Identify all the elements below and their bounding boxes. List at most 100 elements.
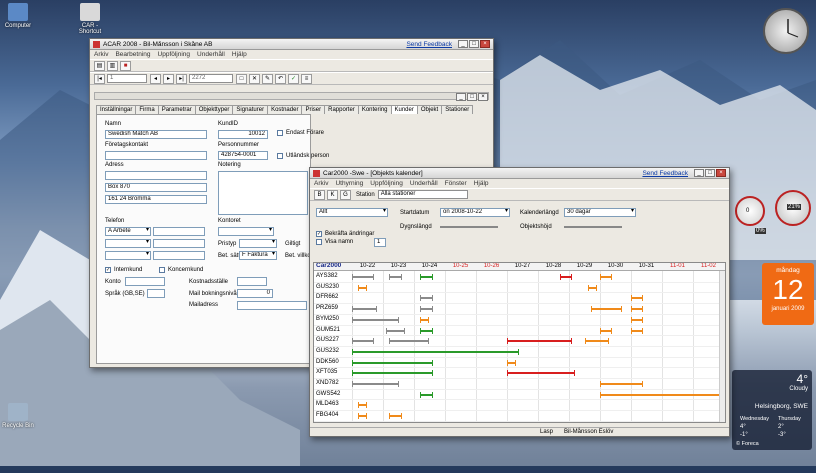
menu-underhall[interactable]: Underhåll <box>197 51 225 58</box>
booking-bar[interactable] <box>389 413 402 420</box>
kostnadsstalle-input[interactable] <box>237 277 267 286</box>
undo-icon[interactable]: ↶ <box>275 73 286 84</box>
booking-bar[interactable] <box>420 295 433 302</box>
telefon-number-3-input[interactable] <box>153 251 205 260</box>
tab-kontering[interactable]: Kontering <box>357 105 392 114</box>
vehicle-label-XND782[interactable]: XND782 <box>316 380 339 386</box>
booking-bar[interactable] <box>358 402 368 409</box>
new-icon[interactable]: □ <box>236 73 247 84</box>
vehicle-label-FBG404[interactable]: FBG404 <box>316 412 338 418</box>
tab-kunder[interactable]: Kunder <box>390 105 418 114</box>
objektshojd-slider[interactable] <box>564 226 622 228</box>
pristyp-select[interactable] <box>239 239 277 248</box>
first-record-icon[interactable]: |◂ <box>94 73 105 84</box>
tab-stationer[interactable]: Stationer <box>441 105 474 114</box>
telefon-number-2-input[interactable] <box>153 239 205 248</box>
tab-objekt[interactable]: Objekt <box>416 105 443 114</box>
visa-namn-checkbox[interactable] <box>316 239 322 245</box>
tab-objekttyper[interactable]: Objekttyper <box>194 105 234 114</box>
filter-select[interactable]: Allt <box>316 208 388 217</box>
menu-uppfoljning[interactable]: Uppföljning <box>158 51 191 58</box>
tab-installningar[interactable]: Inställningar <box>96 105 137 114</box>
mail-bokningsniva-input[interactable]: 0 <box>237 289 273 298</box>
bet-satt-select[interactable]: F Faktura <box>239 251 277 260</box>
vehicle-label-AYS382[interactable]: AYS382 <box>316 273 338 279</box>
booking-bar[interactable] <box>358 284 368 291</box>
booking-bar[interactable] <box>507 338 573 345</box>
tab-rapporter[interactable]: Rapporter <box>324 105 359 114</box>
car2000-maximize-button[interactable]: □ <box>705 169 715 177</box>
booking-bar[interactable] <box>631 316 644 323</box>
tab-firma[interactable]: Firma <box>135 105 159 114</box>
booking-bar[interactable] <box>420 391 433 398</box>
booking-bar[interactable] <box>600 381 644 387</box>
vehicle-label-BYM250[interactable]: BYM250 <box>316 316 339 322</box>
vehicle-label-GUS232[interactable]: GUS232 <box>316 348 339 354</box>
list-icon[interactable]: ≡ <box>301 73 312 84</box>
child-minimize-button[interactable]: _ <box>456 93 466 101</box>
car2000-titlebar[interactable]: Car2000 -Swe - [Objekts kalender] Send F… <box>310 168 729 179</box>
child-maximize-button[interactable]: □ <box>467 93 477 101</box>
booking-bar[interactable] <box>507 370 576 377</box>
vehicle-label-XFT035[interactable]: XFT035 <box>316 369 337 375</box>
mailadress-input[interactable] <box>237 301 307 310</box>
taskbar[interactable] <box>0 466 816 473</box>
menu-hjalp[interactable]: Hjälp <box>232 51 247 58</box>
booking-bar[interactable] <box>352 306 377 313</box>
vehicle-label-MLD463[interactable]: MLD463 <box>316 401 339 407</box>
bekrafta-checkbox[interactable]: ✓ <box>316 231 322 237</box>
calendar-gadget[interactable]: måndag 12 januari 2009 <box>762 263 814 325</box>
adress-line-3-input[interactable]: 161 24 Bromma <box>105 195 207 204</box>
acar-titlebar[interactable]: ACAR 2008 - Bil-Månsson i Skåne AB Send … <box>90 39 493 50</box>
booking-bar[interactable] <box>590 306 622 313</box>
vehicle-label-GUS230[interactable]: GUS230 <box>316 284 339 290</box>
car-shortcut-desktop-icon[interactable]: CAR - Shortcut <box>72 3 108 35</box>
kundid-input[interactable]: 10012 <box>218 130 268 139</box>
booking-bar[interactable] <box>507 359 517 366</box>
car-menu-arkiv[interactable]: Arkiv <box>314 180 328 187</box>
last-record-icon[interactable]: ▸| <box>176 73 187 84</box>
close-button[interactable]: × <box>480 40 490 48</box>
booking-bar[interactable] <box>389 274 402 280</box>
adress-line-1-input[interactable] <box>105 171 207 180</box>
vehicle-label-PRZ659[interactable]: PRZ659 <box>316 305 338 311</box>
telefon-number-1-input[interactable] <box>153 227 205 236</box>
car-menu-fonster[interactable]: Fönster <box>445 180 467 187</box>
personnummer-input[interactable]: 428754-0001 <box>218 151 268 160</box>
konto-input[interactable] <box>125 277 165 286</box>
record-field[interactable]: 1 <box>107 74 147 83</box>
utlandsk-person-checkbox[interactable] <box>277 153 283 159</box>
menu-bearbetning[interactable]: Bearbetning <box>115 51 150 58</box>
child-close-button[interactable]: × <box>478 93 488 101</box>
booking-bar[interactable] <box>559 274 573 280</box>
vehicle-label-DDK560[interactable]: DDK560 <box>316 359 339 365</box>
booking-bar[interactable] <box>420 306 433 313</box>
telefon-type-3-select[interactable] <box>105 251 151 260</box>
car-menu-uppfoljning[interactable]: Uppföljning <box>370 180 403 187</box>
station-select[interactable]: Alla stationer <box>377 190 468 199</box>
notering-textarea[interactable] <box>218 171 308 215</box>
internkund-checkbox[interactable]: ✓ <box>105 267 111 273</box>
booking-bar[interactable] <box>352 316 399 323</box>
car-menu-uthyrning[interactable]: Uthyrning <box>335 180 363 187</box>
booking-bar[interactable] <box>631 327 644 334</box>
booking-bar[interactable] <box>420 327 433 334</box>
booking-bar[interactable] <box>352 359 433 366</box>
booking-bar[interactable] <box>631 295 644 302</box>
g-icon[interactable]: G <box>340 189 351 200</box>
adress-line-2-input[interactable]: Box 870 <box>105 183 207 192</box>
koncernkund-checkbox[interactable] <box>159 267 165 273</box>
weather-gadget[interactable]: 4° Cloudy Helsingborg, SWE Wednesday Thu… <box>732 370 812 450</box>
acar-send-feedback-link[interactable]: Send Feedback <box>406 41 452 48</box>
car2000-close-button[interactable]: × <box>716 169 726 177</box>
tab-priser[interactable]: Priser <box>301 105 326 114</box>
computer-desktop-icon[interactable]: Computer <box>0 3 36 29</box>
next-record-icon[interactable]: ▸ <box>163 73 174 84</box>
telefon-type-2-select[interactable] <box>105 239 151 248</box>
tab-kostnader[interactable]: Kostnader <box>267 105 303 114</box>
menu-arkiv[interactable]: Arkiv <box>94 51 108 58</box>
booking-bar[interactable] <box>600 274 613 280</box>
clock-gadget[interactable] <box>763 8 809 54</box>
car2000-send-feedback-link[interactable]: Send Feedback <box>642 170 688 177</box>
booking-bar[interactable] <box>420 274 433 280</box>
